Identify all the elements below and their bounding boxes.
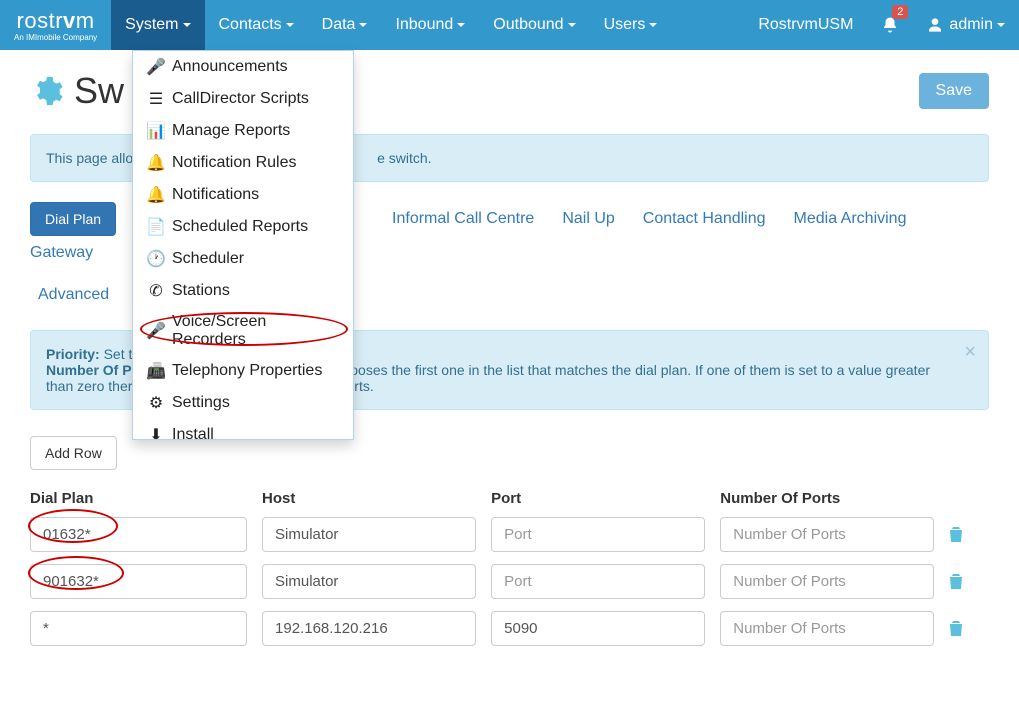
nav-users[interactable]: Users (590, 0, 672, 50)
menu-manage-reports[interactable]: 📊Manage Reports (133, 115, 353, 147)
notifications-bell[interactable]: 2 (867, 0, 913, 50)
gear-icon: ⚙ (147, 393, 165, 413)
table-row (30, 564, 989, 599)
nav-inbound[interactable]: Inbound (381, 0, 479, 50)
port-input[interactable] (491, 517, 705, 552)
th-port: Port (491, 490, 720, 507)
page-title: Sw (30, 70, 124, 112)
trash-icon (949, 574, 963, 590)
table-row (30, 611, 989, 646)
trash-icon (949, 621, 963, 637)
delete-row-button[interactable] (949, 527, 989, 543)
host-input[interactable] (262, 611, 476, 646)
list-icon: ☰ (147, 89, 165, 109)
nav-system[interactable]: System (111, 0, 204, 50)
system-dropdown: 🎤Announcements ☰CallDirector Scripts 📊Ma… (132, 50, 354, 440)
bell-icon: 🔔 (147, 153, 165, 173)
delete-row-button[interactable] (949, 574, 989, 590)
menu-install[interactable]: ⬇Install (133, 419, 353, 440)
dial-plan-input[interactable] (30, 517, 247, 552)
menu-announcements[interactable]: 🎤Announcements (133, 51, 353, 83)
nav-rostrvmusm[interactable]: RostrvmUSM (744, 0, 867, 50)
host-input[interactable] (262, 564, 476, 599)
tab-nail-up[interactable]: Nail Up (562, 202, 614, 236)
menu-notifications[interactable]: 🔔Notifications (133, 179, 353, 211)
bell-icon: 🔔 (147, 185, 165, 205)
download-icon: ⬇ (147, 425, 165, 440)
close-icon[interactable]: × (964, 341, 976, 364)
menu-scheduler[interactable]: 🕐Scheduler (133, 243, 353, 275)
file-icon: 📄 (147, 217, 165, 237)
menu-settings[interactable]: ⚙Settings (133, 387, 353, 419)
gear-icon (30, 74, 64, 108)
menu-calldirector-scripts[interactable]: ☰CallDirector Scripts (133, 83, 353, 115)
th-dial-plan: Dial Plan (30, 490, 262, 507)
ports-input[interactable] (720, 564, 934, 599)
ports-input[interactable] (720, 611, 934, 646)
tab-dial-plan[interactable]: Dial Plan (30, 202, 116, 236)
port-input[interactable] (491, 611, 705, 646)
tab-contact-handling[interactable]: Contact Handling (643, 202, 766, 236)
tab-informal-call-centre[interactable]: Informal Call Centre (392, 202, 534, 236)
ports-input[interactable] (720, 517, 934, 552)
menu-notification-rules[interactable]: 🔔Notification Rules (133, 147, 353, 179)
menu-telephony-properties[interactable]: 📠Telephony Properties (133, 355, 353, 387)
th-number-of-ports: Number Of Ports (720, 490, 949, 507)
notification-badge: 2 (892, 5, 908, 19)
top-navbar: rostrvm An IMImobile Company System Cont… (0, 0, 1019, 50)
trash-icon (949, 527, 963, 543)
nav-user-menu[interactable]: admin (913, 0, 1019, 50)
fax-icon: 📠 (147, 361, 165, 381)
save-button[interactable]: Save (919, 73, 989, 109)
brand-logo[interactable]: rostrvm An IMImobile Company (0, 0, 111, 50)
microphone-icon: 🎤 (147, 321, 165, 341)
clock-icon: 🕐 (147, 249, 165, 269)
menu-scheduled-reports[interactable]: 📄Scheduled Reports (133, 211, 353, 243)
add-row-button[interactable]: Add Row (30, 436, 117, 470)
user-icon (927, 17, 943, 33)
menu-stations[interactable]: ✆Stations (133, 275, 353, 307)
nav-outbound[interactable]: Outbound (479, 0, 589, 50)
host-input[interactable] (262, 517, 476, 552)
advanced-link[interactable]: Advanced (38, 286, 109, 304)
phone-icon: ✆ (147, 281, 165, 301)
nav-contacts[interactable]: Contacts (205, 0, 308, 50)
port-input[interactable] (491, 564, 705, 599)
chart-icon: 📊 (147, 121, 165, 141)
dial-plan-input[interactable] (30, 611, 247, 646)
th-host: Host (262, 490, 491, 507)
delete-row-button[interactable] (949, 621, 989, 637)
dial-plan-input[interactable] (30, 564, 247, 599)
dial-plan-table: Dial Plan Host Port Number Of Ports (30, 490, 989, 646)
table-row (30, 517, 989, 552)
nav-data[interactable]: Data (308, 0, 382, 50)
menu-voice-screen-recorders[interactable]: 🎤Voice/Screen Recorders (133, 307, 353, 355)
microphone-icon: 🎤 (147, 57, 165, 77)
tab-media-archiving[interactable]: Media Archiving (794, 202, 907, 236)
tab-gateway[interactable]: Gateway (30, 236, 93, 270)
